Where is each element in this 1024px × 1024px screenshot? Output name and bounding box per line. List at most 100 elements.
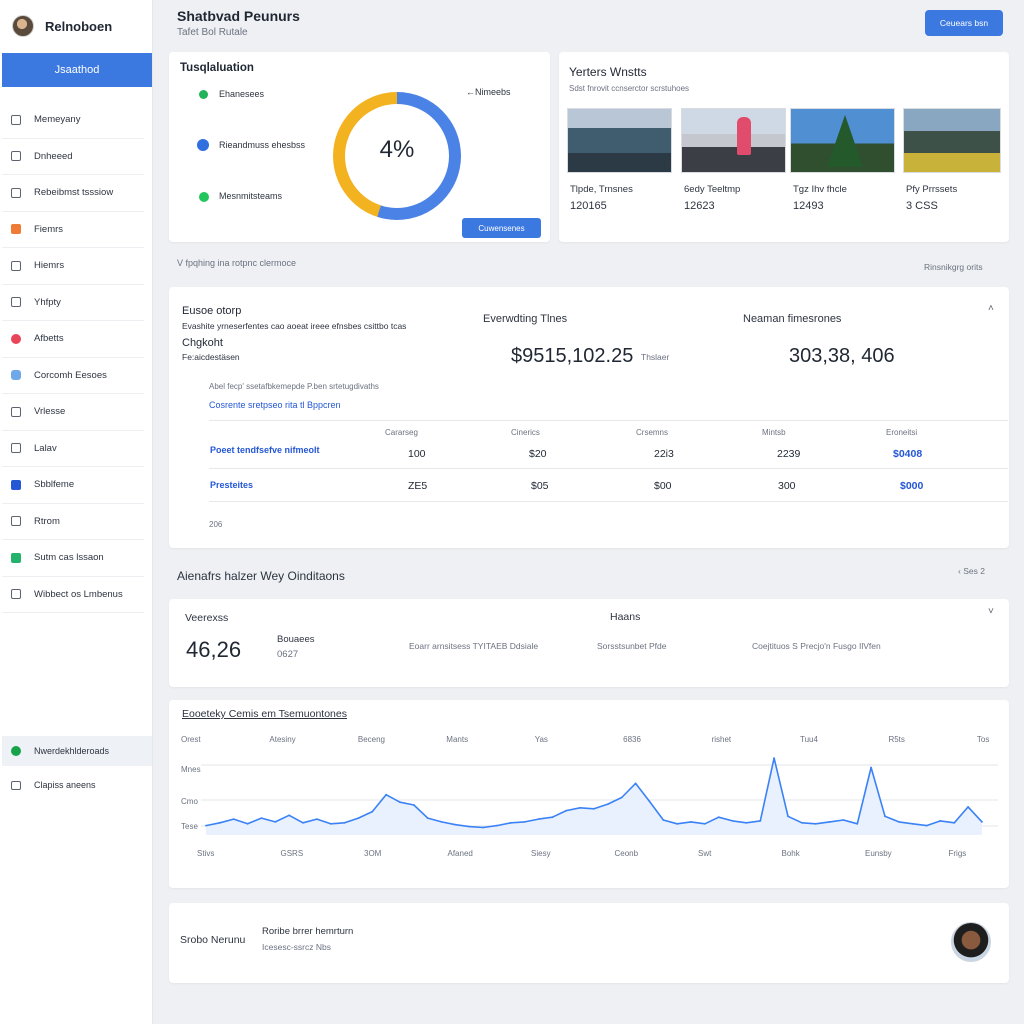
data-point (288, 814, 290, 817)
table-row-label[interactable]: Presteites (210, 480, 253, 490)
data-point (371, 810, 374, 813)
data-point (704, 822, 706, 825)
sidebar-nav: Memeyany Dnheeed Rebeibmst tsssiow Fiemrs Hi… (2, 102, 144, 613)
table-cell: ZE5 (408, 480, 428, 492)
donut-card-title: Tusqlaluation (180, 62, 254, 74)
y-tick-label: Cmo (181, 797, 198, 806)
sidebar-item-2[interactable]: Rebeibmst tsssiow (2, 175, 144, 212)
data-point (981, 821, 983, 823)
metric2-value: 303,38, 406 (789, 345, 895, 367)
legend-label: Rieandmuss ehesbss (219, 140, 306, 150)
sidebar-bottom-item-1[interactable]: Clapiss aneens (2, 770, 152, 800)
sidebar-item-label: Lalav (34, 442, 57, 454)
gallery-item-value: 120165 (570, 200, 607, 212)
data-point (814, 822, 817, 825)
kpi-sub-title: Bouaees (277, 634, 315, 645)
metric1-label: Everwdting Tlnes (483, 313, 568, 325)
data-point (385, 793, 387, 796)
summary-subtitle: Chgkoht (182, 337, 223, 349)
chevron-down-icon[interactable]: ˅ (988, 606, 994, 617)
sidebar-item-6[interactable]: Afbetts (2, 321, 144, 358)
kpi-column: Eoarr arnsitsess TYITAEB Ddsiale (409, 641, 539, 651)
red-circle-icon (11, 333, 21, 344)
section-filter-label[interactable]: V fpqhing ina rotpnc clermoce (177, 258, 296, 268)
edit-icon (11, 297, 21, 308)
x-tick-label: GSRS (281, 849, 304, 858)
column-label: Yas (535, 735, 548, 744)
thumbnail-landscape[interactable] (567, 108, 672, 173)
table-cell: 2239 (777, 448, 801, 460)
data-point (745, 821, 748, 824)
table-row-label[interactable]: Poeet tendfsefve nifmeolt (210, 445, 320, 455)
table-cell: 22i3 (654, 448, 674, 460)
column-label: Orest (181, 735, 201, 744)
monitor-icon (11, 151, 21, 162)
table-cell: $20 (529, 448, 547, 460)
data-point (925, 824, 928, 827)
chevron-up-icon[interactable]: ˄ (988, 303, 994, 314)
data-point (773, 757, 775, 759)
summary-link[interactable]: Cosrente sretpseo rita tl Bppcren (209, 400, 341, 410)
check-circle-icon (197, 139, 209, 151)
gallery-item-title: Tlpde, Trnsnes (570, 184, 633, 195)
data-point (911, 822, 914, 825)
thumbnail-lake[interactable] (903, 108, 1001, 173)
sidebar-item-9[interactable]: Lalav (2, 431, 144, 467)
donut-pointer-label: ←Nimeebs (466, 87, 511, 97)
column-label: Tuu4 (800, 735, 818, 744)
sidebar-item-5[interactable]: Yhfpty (2, 285, 144, 321)
sidebar-item-10[interactable]: Sbblfeme (2, 467, 144, 504)
x-tick-label: Ceonb (615, 849, 639, 858)
window-icon (11, 187, 21, 198)
summary-title: Eusoe otorp (182, 305, 242, 317)
green-app-icon (11, 552, 21, 563)
data-point (967, 806, 969, 808)
table-header: Cararseg (385, 428, 418, 437)
data-point (662, 819, 665, 821)
legend-dot-icon (199, 90, 208, 99)
data-point (537, 818, 540, 820)
section-pager[interactable]: ‹ Ses 2 (958, 566, 985, 576)
x-tick-label: Stivs (197, 849, 214, 858)
legend-dot-icon (199, 192, 209, 202)
x-tick-label: Swt (698, 849, 712, 858)
sidebar-bottom-item-0[interactable]: Nwerdekhlderoads (2, 736, 152, 766)
donut-card-button[interactable]: Cuwensenes (462, 218, 541, 238)
data-point (759, 820, 762, 822)
data-point (787, 815, 789, 818)
data-point (801, 821, 803, 824)
kpi-title: Veerexss (185, 612, 229, 624)
sidebar-item-12[interactable]: Sutm cas lssaon (2, 540, 144, 577)
x-tick-label: Bohk (782, 849, 801, 858)
gallery-item-title: Pfy Prrssets (906, 184, 958, 195)
sidebar: Relnoboen Jsaathod Memeyany Dnheeed Rebeib… (0, 0, 153, 1024)
sidebar-item-label: Vrlesse (34, 406, 66, 418)
sidebar-item-11[interactable]: Rtrom (2, 504, 144, 540)
legend-label: Ehanesees (219, 89, 265, 99)
sidebar-item-7[interactable]: Corcomh Eesoes (2, 358, 144, 394)
sidebar-item-label: Memeyany (34, 114, 81, 126)
section-sort-label[interactable]: Rinsnikgrg orits (924, 262, 983, 272)
sidebar-item-3[interactable]: Fiemrs (2, 212, 144, 248)
kpi-value: 46,26 (186, 637, 242, 662)
profile[interactable]: Relnoboen (0, 0, 152, 52)
sidebar-item-1[interactable]: Dnheeed (2, 139, 144, 175)
sidebar-item-0[interactable]: Memeyany (2, 102, 144, 139)
sidebar-item-active[interactable]: Jsaathod (2, 53, 152, 87)
header-action-button[interactable]: Ceuears bsn (925, 10, 1003, 36)
data-point (232, 818, 235, 820)
summary-subdesc: Fe:aicdestäsen (182, 352, 240, 362)
sidebar-item-label: Yhfpty (34, 296, 61, 308)
sidebar-item-label: Sbblfeme (34, 479, 75, 491)
table-cell: 300 (778, 480, 796, 492)
sidebar-item-8[interactable]: Vrlesse (2, 394, 144, 431)
sidebar-item-4[interactable]: Hiemrs (2, 248, 144, 285)
data-point (413, 804, 415, 806)
orange-app-icon (11, 224, 21, 235)
table-header: Eroneitsi (886, 428, 918, 437)
thumbnail-dancer[interactable] (681, 108, 786, 173)
divider (209, 501, 1008, 502)
user-avatar[interactable] (951, 922, 991, 962)
sidebar-item-13[interactable]: Wibbect os Lmbenus (2, 577, 144, 613)
thumbnail-tree[interactable] (790, 108, 895, 173)
